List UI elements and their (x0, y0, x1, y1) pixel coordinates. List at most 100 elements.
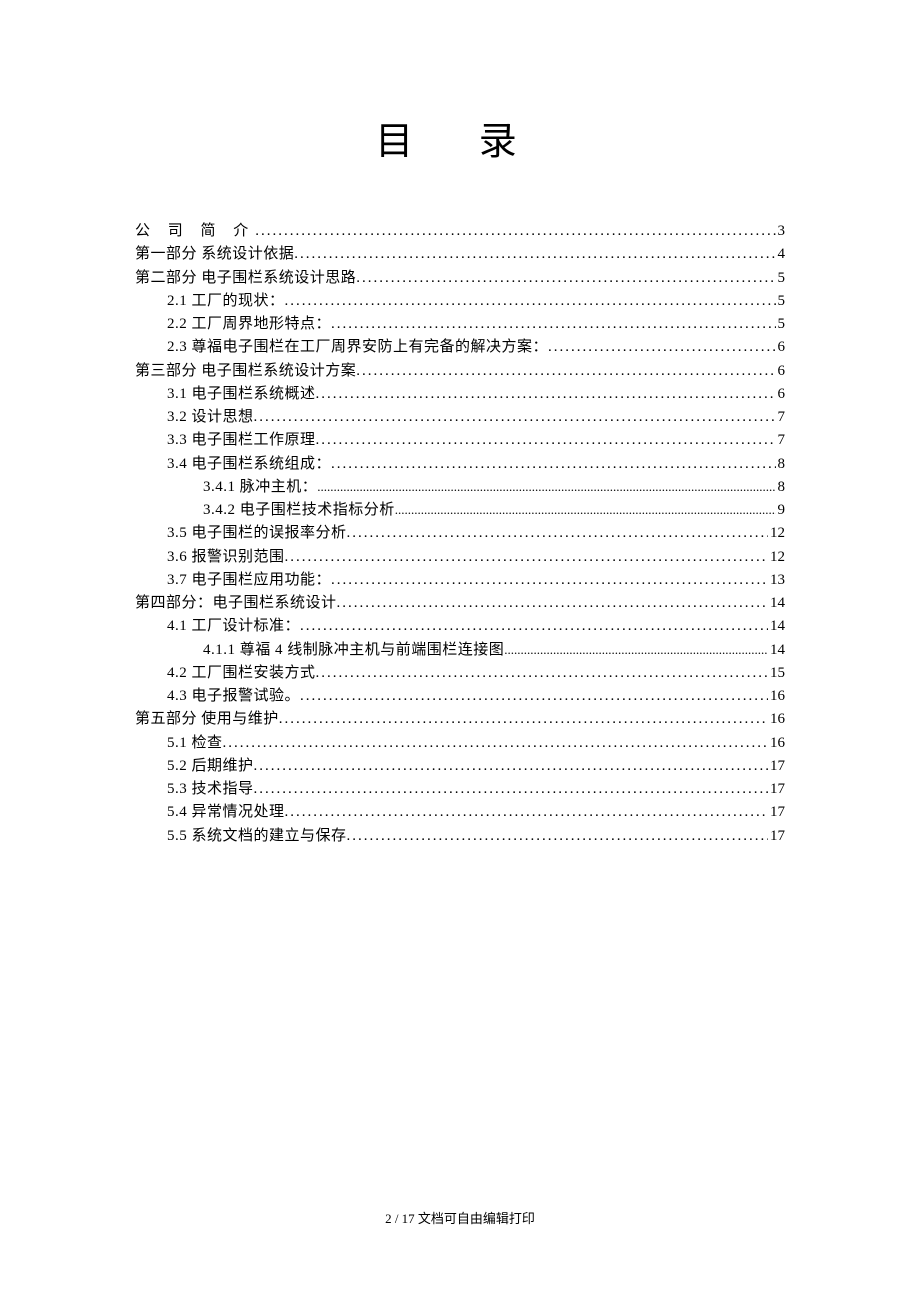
toc-leader-dots (337, 592, 768, 615)
toc-entry-page: 17 (768, 825, 785, 848)
toc-entry-page: 6 (776, 383, 786, 406)
toc-entry: 公 司 简 介 3 (135, 220, 785, 243)
toc-entry-page: 17 (768, 755, 785, 778)
toc-leader-dots (255, 220, 775, 243)
toc-entry: 5.4 异常情况处理17 (135, 801, 785, 824)
toc-entry-label: 第二部分 电子围栏系统设计思路 (135, 267, 356, 290)
toc-entry-page: 17 (768, 801, 785, 824)
toc-leader-dots (300, 685, 768, 708)
toc-leader-dots (254, 755, 768, 778)
toc-entry: 第五部分 使用与维护 16 (135, 708, 785, 731)
toc-leader-dots (316, 662, 768, 685)
toc-entry: 4.1 工厂设计标准： 14 (135, 615, 785, 638)
toc-entry-page: 12 (768, 546, 785, 569)
toc-leader-dots (223, 732, 768, 755)
toc-leader-dots (300, 615, 768, 638)
toc-leader-dots (331, 313, 775, 336)
table-of-contents: 公 司 简 介3第一部分 系统设计依据4第二部分 电子围栏系统设计思路52.1 … (135, 220, 785, 848)
toc-entry-label: 2.1 工厂的现状： (167, 290, 285, 313)
toc-leader-dots (316, 383, 776, 406)
toc-entry: 3.3 电子围栏工作原理 7 (135, 429, 785, 452)
toc-entry: 5.5 系统文档的建立与保存 17 (135, 825, 785, 848)
toc-entry-label: 3.6 报警识别范围 (167, 546, 285, 569)
toc-entry: 5.3 技术指导 17 (135, 778, 785, 801)
toc-entry-page: 5 (776, 313, 786, 336)
toc-entry: 第四部分：电子围栏系统设计14 (135, 592, 785, 615)
toc-entry: 第二部分 电子围栏系统设计思路 5 (135, 267, 785, 290)
toc-entry-label: 公 司 简 介 (135, 220, 255, 243)
toc-entry-label: 5.3 技术指导 (167, 778, 254, 801)
toc-leader-dots (395, 499, 776, 522)
toc-entry-label: 3.5 电子围栏的误报率分析 (167, 522, 347, 545)
toc-entry: 2.1 工厂的现状： 5 (135, 290, 785, 313)
toc-entry: 4.2 工厂围栏安装方式 15 (135, 662, 785, 685)
toc-entry-page: 6 (776, 360, 786, 383)
toc-entry-page: 17 (768, 778, 785, 801)
toc-entry-label: 2.3 尊福电子围栏在工厂周界安防上有完备的解决方案： (167, 336, 548, 359)
toc-leader-dots (548, 336, 775, 359)
document-page: 目 录 公 司 简 介 3 第一部分 系统设计依据 4 第二部分 电子围栏系统设计思路 5… (0, 0, 920, 848)
toc-leader-dots (356, 267, 775, 290)
page-footer: 2 / 17 文档可自由编辑打印 (0, 1208, 920, 1227)
toc-entry: 4.3 电子报警试验。 16 (135, 685, 785, 708)
toc-entry-page: 8 (776, 453, 786, 476)
toc-leader-dots (279, 708, 768, 731)
toc-entry-label: 5.2 后期维护 (167, 755, 254, 778)
toc-leader-dots (317, 476, 775, 499)
toc-entry-page: 3 (776, 220, 786, 243)
toc-leader-dots (285, 801, 768, 824)
toc-entry-label: 2.2 工厂周界地形特点： (167, 313, 331, 336)
toc-entry: 3.4.2 电子围栏技术指标分析 9 (135, 499, 785, 522)
toc-entry-label: 第三部分 电子围栏系统设计方案 (135, 360, 356, 383)
toc-entry-page: 5 (776, 267, 786, 290)
toc-entry-label: 3.4.2 电子围栏技术指标分析 (203, 499, 395, 522)
toc-entry: 4.1.1 尊福 4 线制脉冲主机与前端围栏连接图 14 (135, 639, 785, 662)
toc-entry: 3.5 电子围栏的误报率分析12 (135, 522, 785, 545)
page-title: 目 录 (135, 110, 785, 165)
toc-entry-label: 4.1 工厂设计标准： (167, 615, 300, 638)
toc-entry-label: 第五部分 使用与维护 (135, 708, 279, 731)
toc-entry-label: 3.7 电子围栏应用功能： (167, 569, 331, 592)
toc-entry-label: 5.1 检查 (167, 732, 223, 755)
toc-entry-label: 5.5 系统文档的建立与保存 (167, 825, 347, 848)
toc-entry: 第三部分 电子围栏系统设计方案 6 (135, 360, 785, 383)
toc-entry: 5.1 检查16 (135, 732, 785, 755)
toc-entry: 5.2 后期维护 17 (135, 755, 785, 778)
toc-leader-dots (294, 243, 775, 266)
toc-leader-dots (331, 569, 768, 592)
toc-entry: 3.6 报警识别范围 12 (135, 546, 785, 569)
toc-entry-label: 4.1.1 尊福 4 线制脉冲主机与前端围栏连接图 (203, 639, 504, 662)
toc-leader-dots (504, 639, 768, 662)
toc-entry: 3.4 电子围栏系统组成： 8 (135, 453, 785, 476)
toc-entry-page: 16 (768, 708, 785, 731)
toc-entry-page: 16 (768, 685, 785, 708)
toc-entry-page: 15 (768, 662, 785, 685)
toc-entry-page: 7 (776, 406, 786, 429)
toc-entry-label: 4.2 工厂围栏安装方式 (167, 662, 316, 685)
toc-entry-label: 3.4.1 脉冲主机： (203, 476, 317, 499)
toc-entry-page: 8 (776, 476, 786, 499)
toc-entry: 2.2 工厂周界地形特点： 5 (135, 313, 785, 336)
toc-leader-dots (285, 290, 776, 313)
toc-leader-dots (316, 429, 776, 452)
toc-entry-page: 7 (776, 429, 786, 452)
toc-leader-dots (285, 546, 768, 569)
toc-entry: 3.7 电子围栏应用功能： 13 (135, 569, 785, 592)
toc-entry-label: 3.3 电子围栏工作原理 (167, 429, 316, 452)
toc-entry-label: 3.2 设计思想 (167, 406, 254, 429)
toc-entry-label: 4.3 电子报警试验。 (167, 685, 300, 708)
toc-entry-page: 5 (776, 290, 786, 313)
toc-entry-page: 4 (776, 243, 786, 266)
toc-entry-label: 第一部分 系统设计依据 (135, 243, 294, 266)
toc-leader-dots (254, 406, 776, 429)
toc-leader-dots (356, 360, 775, 383)
toc-entry-page: 14 (768, 615, 785, 638)
toc-entry-label: 3.4 电子围栏系统组成： (167, 453, 331, 476)
toc-entry: 3.2 设计思想 7 (135, 406, 785, 429)
toc-leader-dots (347, 825, 768, 848)
toc-entry-page: 14 (768, 639, 785, 662)
toc-entry-label: 第四部分：电子围栏系统设计 (135, 592, 337, 615)
toc-entry-page: 9 (776, 499, 786, 522)
toc-leader-dots (331, 453, 775, 476)
toc-entry-page: 13 (768, 569, 785, 592)
